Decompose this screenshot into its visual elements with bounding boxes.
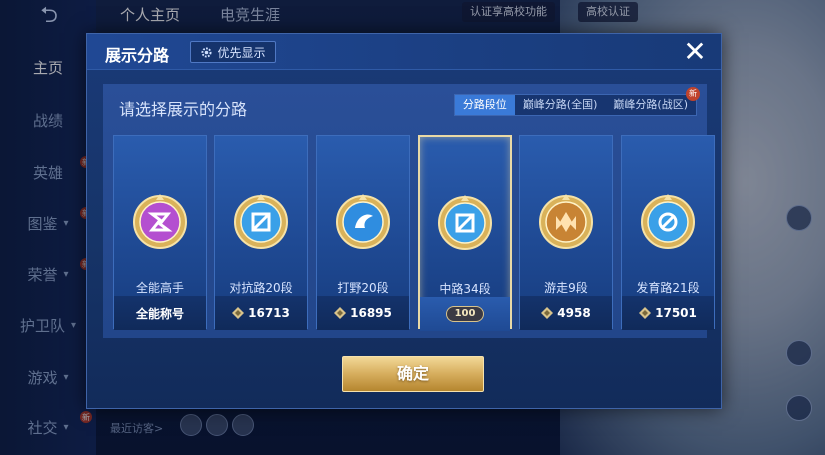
selection-prompt: 请选择展示的分路 <box>119 100 248 119</box>
dialog-title: 展示分路 <box>105 46 170 65</box>
lane-rank-label: 打野20段 <box>337 281 389 295</box>
lane-rank-label: 全能高手 <box>135 281 184 295</box>
dialog-header: 展示分路 优先显示 ✕ <box>87 34 721 70</box>
lane-card-list: 全能高手 全能称号 对抗路20段 16713 打野20段 16895 中路34段 100 游走9… <box>113 135 715 331</box>
lane-score: 17501 <box>622 296 714 330</box>
lane-card[interactable]: 全能高手 全能称号 <box>113 135 207 330</box>
lane-score: 4958 <box>520 296 612 330</box>
gear-icon <box>201 46 213 58</box>
roam-emblem-icon <box>536 190 596 252</box>
lane-rank-label: 游走9段 <box>544 281 588 295</box>
lane-card[interactable]: 对抗路20段 16713 <box>214 135 308 330</box>
jungle-emblem-icon <box>333 190 393 252</box>
new-badge: 新 <box>686 87 700 101</box>
lane-type-tab[interactable]: 巅峰分路(战区) 新 <box>605 87 700 115</box>
lane-score-value: 17501 <box>655 306 697 320</box>
lane-type-tabs: 分路段位 巅峰分路(全国) 巅峰分路(战区) 新 <box>453 87 700 116</box>
lane-panel: 请选择展示的分路 分路段位 巅峰分路(全国) 巅峰分路(战区) 新 全能高手 全能称号对… <box>103 84 715 338</box>
lane-score-value: 全能称号 <box>135 306 184 321</box>
lane-rank-label: 发育路21段 <box>636 281 700 295</box>
lane-score-value: 4958 <box>557 306 591 320</box>
lane-score: 全能称号 <box>114 296 206 330</box>
farm-lane-emblem-icon <box>638 190 698 252</box>
lane-type-tab-label: 巅峰分路(全国) <box>522 98 598 111</box>
priority-display-button[interactable]: 优先显示 <box>190 41 276 63</box>
lane-type-tab-label: 巅峰分路(战区) <box>613 98 688 111</box>
lane-card[interactable]: 游走9段 4958 <box>519 135 613 330</box>
lane-score: 100 <box>420 297 510 331</box>
lane-rank-label: 中路34段 <box>439 282 491 296</box>
rank-star-badge: 100 <box>446 306 484 322</box>
lane-rank-label: 对抗路20段 <box>229 281 293 295</box>
confirm-button[interactable]: 确定 <box>342 356 484 392</box>
priority-display-label: 优先显示 <box>217 45 266 60</box>
peak-score-icon <box>232 307 245 319</box>
lane-type-tab[interactable]: 分路段位 <box>454 95 515 115</box>
lane-type-tab-label: 分路段位 <box>462 98 507 111</box>
lane-card[interactable]: 中路34段 100 <box>418 135 512 331</box>
allround-emblem-icon <box>130 190 190 252</box>
lane-score: 16895 <box>317 296 409 330</box>
lane-score-value: 16713 <box>248 306 290 320</box>
lane-score: 16713 <box>215 296 307 330</box>
lane-card[interactable]: 打野20段 16895 <box>316 135 410 330</box>
peak-score-icon <box>334 307 347 319</box>
lane-score-value: 16895 <box>350 306 392 320</box>
display-lane-dialog: 展示分路 优先显示 ✕ 请选择展示的分路 分路段位 巅峰分路(全国) 巅峰分路(战区… <box>86 33 722 409</box>
peak-score-icon <box>639 307 652 319</box>
close-button[interactable]: ✕ <box>681 38 709 66</box>
peak-score-icon <box>541 307 554 319</box>
lane-card[interactable]: 发育路21段 17501 <box>621 135 715 330</box>
lane-type-tab[interactable]: 巅峰分路(全国) <box>515 95 606 115</box>
clash-lane-emblem-icon <box>231 190 291 252</box>
mid-lane-emblem-icon <box>435 191 495 253</box>
